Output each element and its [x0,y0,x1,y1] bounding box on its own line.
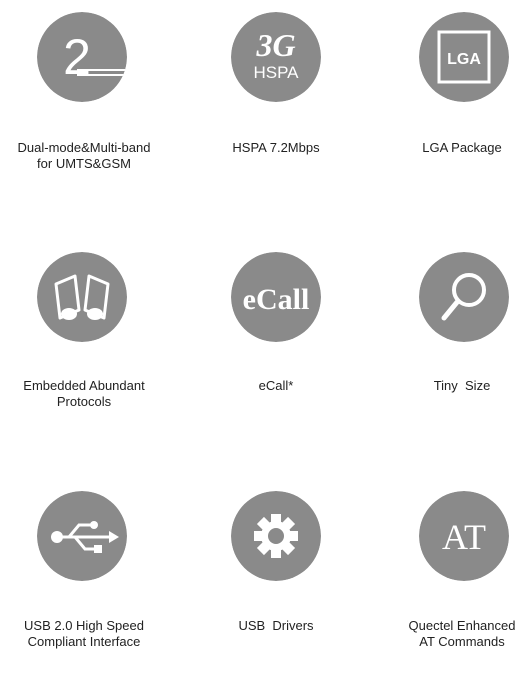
feature-label: Dual-mode&Multi-band for UMTS&GSM [17,140,151,171]
feature-label: eCall* [258,378,294,393]
svg-text:AT: AT [442,517,486,557]
feature-label: LGA Package [422,140,502,155]
3g-hspa-icon: 3G HSPA [231,12,321,102]
svg-text:3G: 3G [255,27,295,63]
magnifier-icon [419,252,509,342]
ecall-icon: eCall [231,252,321,342]
feature-label: Embedded Abundant Protocols [23,378,145,409]
svg-text:LGA: LGA [447,51,481,68]
at-icon: AT [419,491,509,581]
usb-icon [37,491,127,581]
svg-text:eCall: eCall [243,283,310,316]
feature-label: USB 2.0 High Speed Compliant Interface [24,618,144,649]
svg-text:HSPA: HSPA [253,63,299,82]
lga-chip-icon: LGA [419,12,509,102]
svg-text:2: 2 [63,29,91,85]
feature-label: HSPA 7.2Mbps [232,140,320,155]
feature-label: USB Drivers [238,618,314,633]
feature-label: Tiny Size [433,378,491,393]
open-book-icon [37,252,127,342]
digit-two-icon: 2 [37,12,127,102]
gear-icon [231,491,321,581]
feature-label: Quectel Enhanced AT Commands [408,618,516,649]
